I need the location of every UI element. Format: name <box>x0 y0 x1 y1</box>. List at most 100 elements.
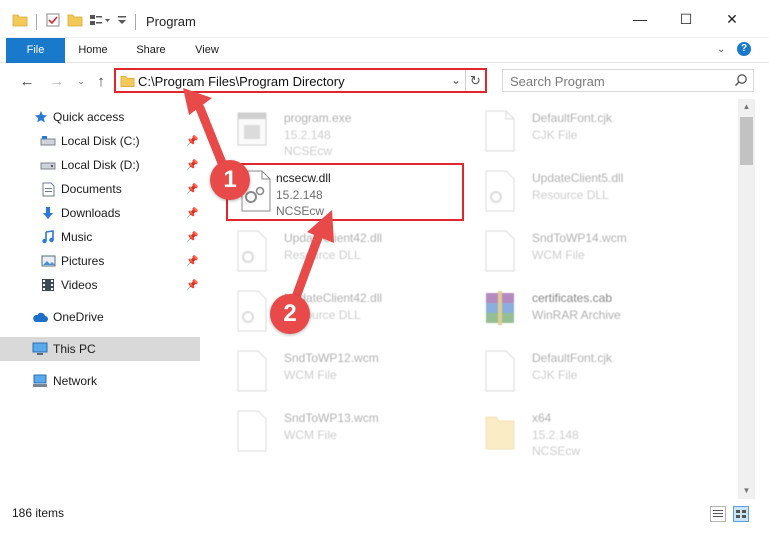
file-detail: WinRAR Archive <box>532 308 621 322</box>
file-detail: WCM File <box>532 248 585 262</box>
close-button[interactable]: ✕ <box>709 0 755 38</box>
tab-view[interactable]: View <box>188 38 226 63</box>
separator <box>36 13 37 30</box>
new-folder-icon[interactable] <box>67 13 83 30</box>
sidebar-item-videos[interactable]: Videos 📌 <box>0 273 200 297</box>
file-tile[interactable]: SndToWP13.wcm WCM File <box>228 403 468 463</box>
file-tile-ncsecw-dll[interactable]: ncsecw.dll 15.2.148 NCSEcw <box>226 163 464 221</box>
sidebar-item-this-pc[interactable]: This PC <box>0 337 200 361</box>
expand-ribbon-icon[interactable]: ⌄ <box>717 44 725 55</box>
sidebar-item-local-disk-d[interactable]: Local Disk (D:) 📌 <box>0 153 200 177</box>
address-bar[interactable]: C:\Program Files\Program Directory ⌄ ↻ <box>114 68 487 93</box>
annotation-badge-1: 1 <box>210 160 250 200</box>
drive-icon <box>40 133 56 149</box>
close-icon: ✕ <box>726 10 738 27</box>
tiles-view-icon[interactable] <box>733 506 749 522</box>
sidebar-item-label: Documents <box>61 182 122 196</box>
arrow-up-icon: ↑ <box>97 72 105 90</box>
details-view-icon[interactable] <box>710 506 726 522</box>
file-name: ncsecw.dll <box>276 171 331 185</box>
sidebar-item-label: Local Disk (C:) <box>61 134 140 148</box>
maximize-button[interactable]: ☐ <box>663 0 709 38</box>
sidebar-item-label: Music <box>61 230 93 244</box>
pictures-icon <box>40 253 56 269</box>
maximize-icon: ☐ <box>679 10 693 27</box>
search-input[interactable]: Search Program <box>502 69 754 92</box>
tab-share[interactable]: Share <box>130 38 172 63</box>
vertical-scrollbar[interactable]: ▲ ▼ <box>738 99 755 499</box>
tab-home[interactable]: Home <box>72 38 114 63</box>
file-tile[interactable]: x64 15.2.148 NCSEcw <box>476 403 716 463</box>
sidebar-item-onedrive[interactable]: OneDrive <box>0 305 200 329</box>
pin-icon[interactable]: 📌 <box>186 208 198 219</box>
document-file-icon <box>234 349 270 393</box>
scroll-thumb[interactable] <box>740 117 753 165</box>
sidebar-item-downloads[interactable]: Downloads 📌 <box>0 201 200 225</box>
properties-icon[interactable] <box>45 12 61 31</box>
file-detail: WCM File <box>284 428 337 442</box>
file-detail: Resource DLL <box>284 248 361 262</box>
navigation-pane: Quick access Local Disk (C:) 📌 Local Dis… <box>0 99 204 499</box>
recent-locations-button[interactable]: ⌄ <box>72 71 90 91</box>
title-bar: Program — ☐ ✕ <box>0 0 769 38</box>
file-detail: CJK File <box>532 128 578 142</box>
address-path[interactable]: C:\Program Files\Program Directory <box>138 74 345 89</box>
back-button[interactable]: ← <box>18 71 36 91</box>
up-button[interactable]: ↑ <box>92 71 110 91</box>
ribbon-tabs: File Home Share View ⌄ ? <box>0 38 769 63</box>
pin-icon[interactable]: 📌 <box>186 280 198 291</box>
file-name: certificates.cab <box>532 291 613 305</box>
file-name: program.exe <box>284 111 352 125</box>
sidebar-item-quick-access[interactable]: Quick access <box>0 105 200 129</box>
sidebar-item-network[interactable]: Network <box>0 369 200 393</box>
computer-icon <box>32 341 48 357</box>
file-detail: NCSEcw <box>532 444 581 458</box>
file-tile[interactable]: UpdateClient5.dll Resource DLL <box>476 163 716 223</box>
pin-icon[interactable]: 📌 <box>186 256 198 267</box>
star-icon <box>33 109 49 125</box>
window-title: Program <box>146 14 196 29</box>
minimize-button[interactable]: — <box>617 0 663 38</box>
sidebar-item-documents[interactable]: Documents 📌 <box>0 177 200 201</box>
customize-toolbar-icon[interactable] <box>117 14 127 29</box>
document-file-icon <box>482 229 518 273</box>
tab-file[interactable]: File <box>6 38 65 63</box>
pin-icon[interactable]: 📌 <box>186 232 198 243</box>
scroll-up-icon[interactable]: ▲ <box>738 99 755 115</box>
file-detail: Resource DLL <box>532 188 609 202</box>
sidebar-item-label: Downloads <box>61 206 121 220</box>
pin-icon[interactable]: 📌 <box>186 160 198 171</box>
annotation-badge-2: 2 <box>270 294 310 334</box>
file-name: UpdateClient42.dll <box>284 231 383 245</box>
file-tile[interactable]: UpdateClient42.dll Resource DLL <box>228 223 468 283</box>
file-tile[interactable]: SndToWP14.wcm WCM File <box>476 223 716 283</box>
pin-icon[interactable]: 📌 <box>186 136 198 147</box>
file-tile[interactable]: DefaultFont.cjk CJK File <box>476 103 716 163</box>
file-detail: 15.2.148 <box>284 128 331 142</box>
file-tile[interactable]: DefaultFont.cjk CJK File <box>476 343 716 403</box>
quick-access-toolbar <box>12 12 138 31</box>
file-tile[interactable]: UpdateClient42.dll Resource DLL <box>228 283 468 343</box>
dll-file-icon <box>482 169 518 213</box>
forward-button[interactable]: → <box>48 71 66 91</box>
pin-icon[interactable]: 📌 <box>186 184 198 195</box>
chevron-down-icon[interactable]: ⌄ <box>451 73 461 87</box>
file-tile[interactable]: certificates.cab WinRAR Archive <box>476 283 716 343</box>
file-name: DefaultFont.cjk <box>532 111 613 125</box>
scroll-down-icon[interactable]: ▼ <box>738 483 755 499</box>
refresh-button[interactable]: ↻ <box>465 70 485 91</box>
folder-icon <box>120 74 135 91</box>
help-icon[interactable]: ? <box>737 42 751 56</box>
sidebar-item-pictures[interactable]: Pictures 📌 <box>0 249 200 273</box>
videos-icon <box>40 277 56 293</box>
folder-icon <box>482 409 518 453</box>
file-tile[interactable]: program.exe 15.2.148 NCSEcw <box>228 103 468 163</box>
dll-file-icon <box>234 229 270 273</box>
sidebar-item-label: Network <box>53 374 98 388</box>
refresh-icon: ↻ <box>470 72 481 88</box>
view-options-icon[interactable] <box>89 13 111 30</box>
sidebar-item-local-disk-c[interactable]: Local Disk (C:) 📌 <box>0 129 200 153</box>
file-tile[interactable]: SndToWP12.wcm WCM File <box>228 343 468 403</box>
status-bar: 186 items <box>0 501 769 527</box>
sidebar-item-music[interactable]: Music 📌 <box>0 225 200 249</box>
